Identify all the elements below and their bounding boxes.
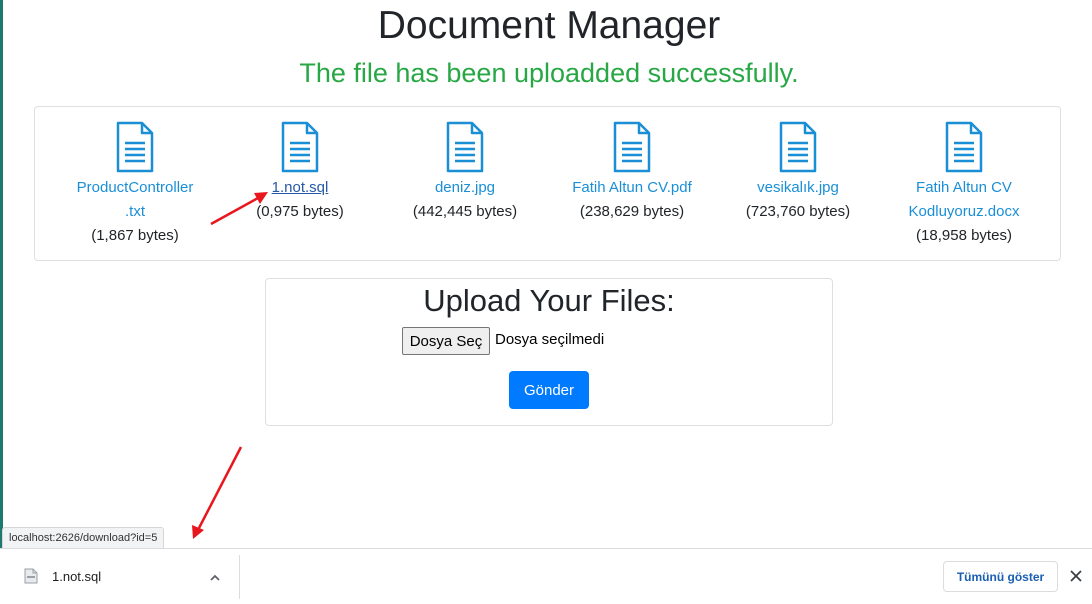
document-icon[interactable] [115,121,155,173]
chevron-up-icon[interactable] [206,569,224,587]
file-link-productcontroller[interactable]: ProductController .txt [77,179,194,220]
file-size: (0,975 bytes) [256,203,344,220]
file-name-line1: ProductController [76,179,194,196]
document-icon[interactable] [612,121,652,173]
submit-button[interactable]: Gönder [509,371,589,409]
upload-form: Upload Your Files: Dosya Seç Dosya seçil… [265,278,833,426]
file-name-line1: Fatih Altun CV [916,179,1012,196]
file-link-deniz[interactable]: deniz.jpg [435,179,495,196]
document-icon[interactable] [944,121,984,173]
choose-file-button[interactable]: Dosya Seç [402,327,490,355]
file-size: (442,445 bytes) [412,203,518,220]
document-icon[interactable] [280,121,320,173]
file-name-line2: Kodluyoruz.docx [908,203,1020,220]
annotation-arrow-status-url [192,446,243,539]
document-icon[interactable] [778,121,818,173]
file-item: Fatih Altun CV.pdf (238,629 bytes) [549,121,715,224]
no-file-chosen-text: Dosya seçilmedi [495,331,605,348]
file-item: deniz.jpg (442,445 bytes) [382,121,548,224]
file-item: 1.not.sql (0,975 bytes) [217,121,383,224]
status-bar-url: localhost:2626/download?id=5 [2,527,165,548]
document-icon[interactable] [445,121,485,173]
download-bar: 1.not.sql Tümünü göster [0,548,1092,604]
file-size: (18,958 bytes) [916,227,1012,244]
file-list-panel: ProductController .txt (1,867 bytes) 1.no… [34,106,1061,261]
file-item: vesikalık.jpg (723,760 bytes) [715,121,881,224]
file-icon [24,568,38,584]
success-message: The file has been uploadded successfully… [299,58,799,88]
upload-title: Upload Your Files: [423,283,675,318]
file-item: ProductController .txt (1,867 bytes) [52,121,218,248]
file-link-fatih-altun-cv-pdf[interactable]: Fatih Altun CV.pdf [572,179,692,196]
file-link-vesikalik[interactable]: vesikalık.jpg [757,179,839,196]
close-icon[interactable] [1068,568,1084,584]
file-size: (238,629 bytes) [579,203,685,220]
download-item-name[interactable]: 1.not.sql [52,569,101,584]
page-title: Document Manager [377,4,721,47]
file-name-line2: .txt [124,203,145,220]
divider [239,555,240,599]
file-size: (1,867 bytes) [91,227,179,244]
show-all-button[interactable]: Tümünü göster [943,561,1058,592]
file-link-1-not-sql[interactable]: 1.not.sql [272,179,329,196]
file-size: (723,760 bytes) [745,203,851,220]
file-link-fatih-altun-cv-docx[interactable]: Fatih Altun CV Kodluyoruz.docx [909,179,1020,220]
file-item: Fatih Altun CV Kodluyoruz.docx (18,958 by… [881,121,1047,248]
